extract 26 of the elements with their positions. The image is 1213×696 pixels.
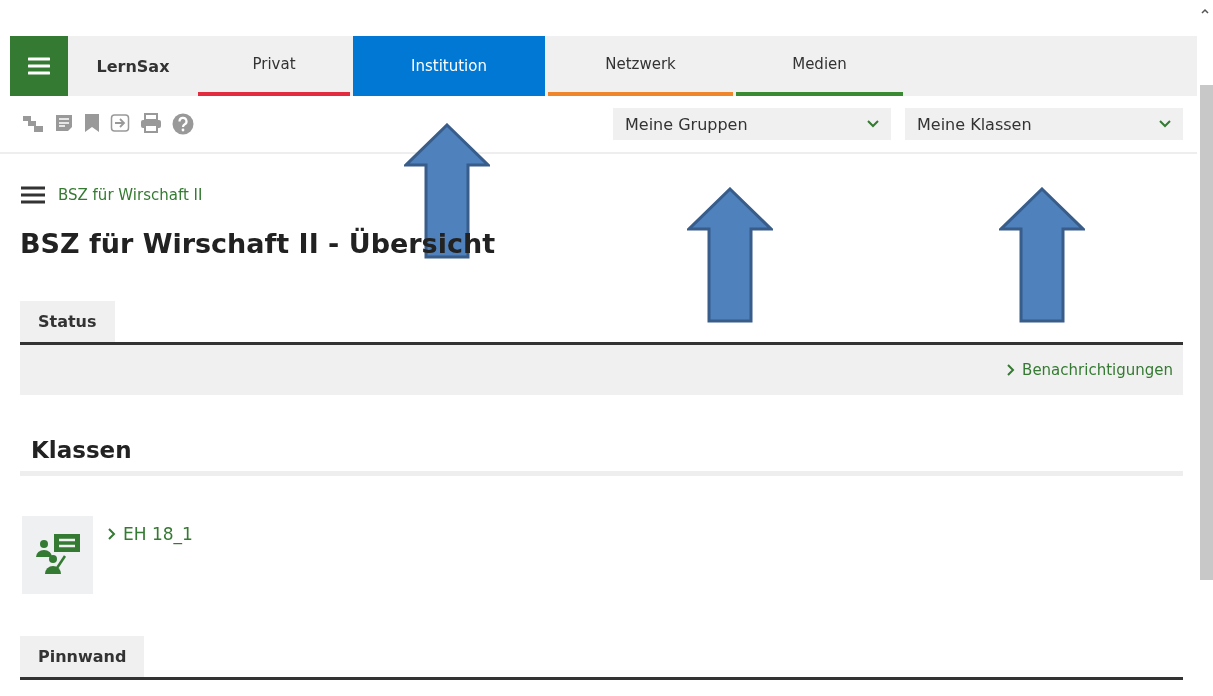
dropdown[interactable]: Meine Gruppen (613, 108, 891, 140)
nav-tab[interactable]: Institution (353, 36, 545, 96)
dropdown[interactable]: Meine Klassen (905, 108, 1183, 140)
section-tab[interactable]: Status (20, 301, 115, 342)
menu-icon[interactable] (20, 186, 46, 204)
section-heading: Klassen (31, 437, 133, 465)
chevron-down-icon (1159, 120, 1171, 128)
scrollbar-thumb[interactable] (1200, 85, 1213, 580)
print-icon[interactable] (140, 113, 162, 133)
bookmark-icon[interactable] (84, 113, 100, 133)
chevron-right-icon (107, 527, 117, 541)
windows-icon[interactable] (22, 113, 44, 133)
notifications-link[interactable]: Benachrichtigungen (1006, 361, 1173, 379)
scroll-up-icon[interactable] (1201, 8, 1209, 14)
help-icon[interactable] (172, 113, 194, 135)
brand-name[interactable]: LernSax (72, 36, 194, 96)
menu-icon (28, 57, 50, 75)
section-tab[interactable]: Pinnwand (20, 636, 145, 677)
breadcrumb-link[interactable]: BSZ für Wirschaft II (58, 186, 203, 204)
chevron-right-icon (1006, 363, 1017, 377)
chevron-down-icon (867, 120, 879, 128)
class-link[interactable]: EH 18_1 (107, 524, 193, 544)
menu-button[interactable] (10, 36, 68, 96)
class-icon[interactable] (22, 516, 93, 594)
note-icon[interactable] (54, 113, 74, 133)
login-icon[interactable] (110, 113, 130, 133)
